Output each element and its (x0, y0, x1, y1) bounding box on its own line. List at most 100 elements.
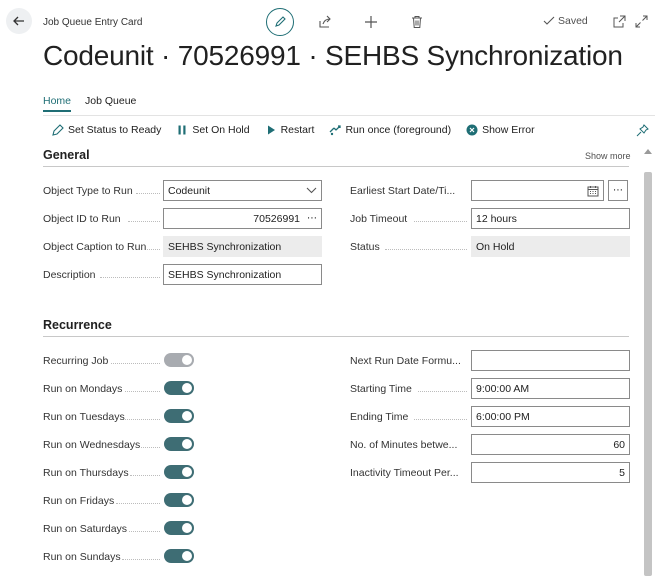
object-id-input[interactable]: 70526991 ⋯ (163, 208, 322, 229)
status-label: Status (350, 241, 380, 253)
run-on-saturdays-toggle[interactable] (164, 521, 194, 535)
restart-button[interactable]: Restart (265, 124, 315, 136)
plus-icon (365, 16, 377, 28)
share-icon (319, 15, 331, 28)
ending-time-label: Ending Time (350, 411, 409, 423)
run-on-fridays-label: Run on Fridays (43, 495, 115, 507)
run-on-thursdays-toggle[interactable] (164, 465, 194, 479)
trash-icon (412, 16, 422, 28)
open-new-window-icon (613, 15, 625, 27)
calendar-icon[interactable] (587, 185, 599, 197)
scrollbar[interactable] (642, 145, 654, 576)
pin-button[interactable] (636, 124, 649, 140)
toggle-knob (182, 439, 192, 449)
new-button[interactable] (357, 8, 385, 36)
show-more-link[interactable]: Show more (585, 151, 631, 161)
run-on-sundays-toggle[interactable] (164, 549, 194, 563)
set-status-icon (52, 124, 64, 136)
show-error-button[interactable]: Show Error (466, 124, 535, 136)
leader-dots (128, 221, 160, 222)
run-on-mondays-label: Run on Mondays (43, 383, 123, 395)
next-run-formula-input[interactable] (471, 350, 630, 371)
play-icon (265, 124, 277, 136)
toggle-knob (182, 411, 192, 421)
tab-home[interactable]: Home (43, 95, 72, 112)
run-on-fridays-toggle[interactable] (164, 493, 194, 507)
leader-dots (125, 419, 160, 420)
expand-button[interactable] (632, 12, 650, 30)
leader-dots (414, 419, 467, 420)
back-button[interactable] (6, 8, 32, 34)
job-timeout-label: Job Timeout (350, 213, 408, 225)
status-field: On Hold (471, 236, 630, 257)
starting-time-label: Starting Time (350, 383, 412, 395)
ending-time-value: 6:00:00 PM (476, 410, 530, 423)
toggle-knob (182, 495, 192, 505)
toggle-knob (182, 523, 192, 533)
run-once-button[interactable]: Run once (foreground) (329, 124, 451, 136)
page-actions (266, 8, 449, 36)
page-title: Codeunit · 70526991 · SEHBS Synchronizat… (43, 40, 623, 71)
ellipsis-icon[interactable]: ⋯ (307, 213, 317, 224)
run-on-saturdays-label: Run on Saturdays (43, 523, 128, 535)
show-error-label: Show Error (482, 124, 535, 136)
section-recurrence-divider (43, 336, 629, 337)
description-input[interactable]: SEHBS Synchronization (163, 264, 322, 285)
minutes-between-input[interactable]: 60 (471, 434, 630, 455)
expand-icon (635, 15, 647, 27)
earliest-start-label: Earliest Start Date/Ti... (350, 185, 456, 197)
open-new-window-button[interactable] (610, 12, 628, 30)
job-timeout-input[interactable]: 12 hours (471, 208, 630, 229)
toggle-knob (182, 355, 192, 365)
ending-time-input[interactable]: 6:00:00 PM (471, 406, 630, 427)
delete-button[interactable] (403, 8, 431, 36)
starting-time-input[interactable]: 9:00:00 AM (471, 378, 630, 399)
object-caption-field: SEHBS Synchronization (163, 236, 322, 257)
action-tabs: Home Job Queue (43, 95, 150, 112)
run-on-mondays-toggle[interactable] (164, 381, 194, 395)
pencil-icon (275, 16, 286, 27)
recurring-job-toggle[interactable] (164, 353, 194, 367)
inactivity-timeout-value: 5 (619, 466, 625, 479)
section-general-title[interactable]: General (43, 148, 90, 162)
leader-dots (418, 391, 467, 392)
run-on-sundays-label: Run on Sundays (43, 551, 121, 563)
run-on-tuesdays-label: Run on Tuesdays (43, 411, 125, 423)
scroll-up-arrow[interactable] (644, 149, 652, 154)
toggle-knob (182, 383, 192, 393)
next-run-formula-label: Next Run Date Formu... (350, 355, 461, 367)
run-once-label: Run once (foreground) (345, 124, 452, 136)
arrow-left-icon (13, 16, 24, 26)
leader-dots (136, 193, 160, 194)
set-status-ready-button[interactable]: Set Status to Ready (52, 124, 161, 136)
chevron-down-icon (306, 187, 317, 194)
leader-dots (147, 249, 160, 250)
leader-dots (129, 531, 160, 532)
saved-status: Saved (543, 15, 588, 27)
run-on-tuesdays-toggle[interactable] (164, 409, 194, 423)
section-recurrence-title[interactable]: Recurrence (43, 318, 112, 332)
starting-time-value: 9:00:00 AM (476, 382, 530, 395)
tabs-divider (43, 115, 655, 116)
ellipsis-icon: ⋯ (613, 185, 623, 196)
run-on-wednesdays-toggle[interactable] (164, 437, 194, 451)
set-on-hold-button[interactable]: Set On Hold (176, 124, 250, 136)
minutes-between-label: No. of Minutes betwe... (350, 439, 458, 451)
restart-label: Restart (280, 124, 315, 136)
object-type-select[interactable]: Codeunit (163, 180, 322, 201)
scroll-thumb[interactable] (644, 172, 652, 576)
description-value: SEHBS Synchronization (168, 268, 282, 281)
share-button[interactable] (311, 8, 339, 36)
leader-dots (130, 475, 160, 476)
edit-button[interactable] (266, 8, 294, 36)
earliest-start-input[interactable] (471, 180, 604, 201)
object-type-label: Object Type to Run (43, 185, 133, 197)
leader-dots (125, 391, 160, 392)
tab-job-queue[interactable]: Job Queue (85, 95, 136, 112)
run-on-thursdays-label: Run on Thursdays (43, 467, 129, 479)
leader-dots (111, 363, 160, 364)
earliest-start-assist-button[interactable]: ⋯ (608, 180, 628, 201)
pin-icon (636, 124, 649, 137)
toggle-knob (182, 551, 192, 561)
inactivity-timeout-input[interactable]: 5 (471, 462, 630, 483)
